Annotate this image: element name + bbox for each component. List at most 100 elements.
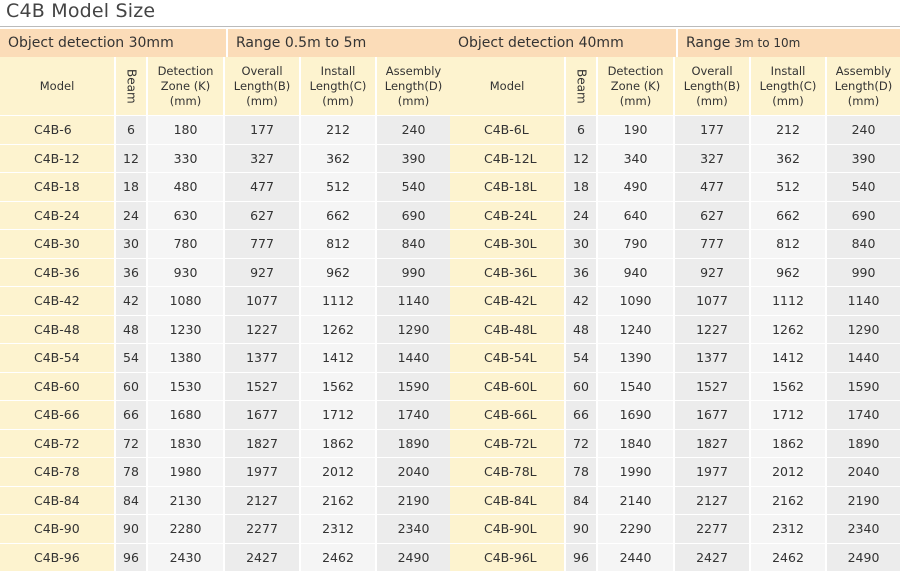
value-cell: 780	[146, 229, 223, 258]
value-cell: 490	[596, 172, 673, 201]
value-cell: 54	[114, 343, 146, 372]
table-row: C4B-72L 72 1840 1827 1862 1890	[450, 428, 900, 457]
header-beam: Beam	[114, 57, 146, 115]
value-cell: 2312	[299, 514, 375, 543]
value-cell: 662	[749, 200, 825, 229]
model-cell: C4B-18L	[450, 172, 564, 201]
value-cell: 2040	[825, 457, 900, 486]
value-cell: 327	[673, 143, 749, 172]
value-cell: 84	[564, 485, 596, 514]
value-cell: 790	[596, 229, 673, 258]
model-cell: C4B-78L	[450, 457, 564, 486]
value-cell: 30	[114, 229, 146, 258]
model-cell: C4B-66L	[450, 400, 564, 429]
value-cell: 840	[825, 229, 900, 258]
table-40mm: Object detection 40mm Range 3m to 10m Model…	[450, 29, 900, 571]
value-cell: 177	[673, 115, 749, 144]
value-cell: 84	[114, 485, 146, 514]
table-row: C4B-12 12 330 327 362 390	[0, 143, 450, 172]
value-cell: 60	[564, 371, 596, 400]
value-cell: 190	[596, 115, 673, 144]
value-cell: 662	[299, 200, 375, 229]
value-cell: 2430	[146, 542, 223, 571]
value-cell: 630	[146, 200, 223, 229]
model-cell: C4B-42L	[450, 286, 564, 315]
value-cell: 1090	[596, 286, 673, 315]
value-cell: 480	[146, 172, 223, 201]
model-cell: C4B-54L	[450, 343, 564, 372]
value-cell: 18	[114, 172, 146, 201]
value-cell: 1377	[223, 343, 299, 372]
value-cell: 2340	[375, 514, 450, 543]
value-cell: 477	[673, 172, 749, 201]
value-cell: 180	[146, 115, 223, 144]
column-header-row: Model Beam Detection Zone (K) (mm) Overall …	[0, 57, 450, 115]
value-cell: 2427	[223, 542, 299, 571]
value-cell: 30	[564, 229, 596, 258]
table-row: C4B-96L 96 2440 2427 2462 2490	[450, 542, 900, 571]
table-row: C4B-78L 78 1990 1977 2012 2040	[450, 457, 900, 486]
value-cell: 36	[114, 257, 146, 286]
model-cell: C4B-90	[0, 514, 114, 543]
value-cell: 96	[114, 542, 146, 571]
value-cell: 927	[673, 257, 749, 286]
header-model: Model	[0, 57, 114, 115]
value-cell: 24	[114, 200, 146, 229]
table-row: C4B-84L 84 2140 2127 2162 2190	[450, 485, 900, 514]
value-cell: 2340	[825, 514, 900, 543]
header-overall-length: Overall Length(B) (mm)	[673, 57, 749, 115]
model-cell: C4B-54	[0, 343, 114, 372]
value-cell: 1562	[749, 371, 825, 400]
value-cell: 240	[825, 115, 900, 144]
model-cell: C4B-96L	[450, 542, 564, 571]
value-cell: 2040	[375, 457, 450, 486]
header-assembly-length: Assembly Length(D) (mm)	[375, 57, 450, 115]
value-cell: 1980	[146, 457, 223, 486]
model-cell: C4B-48	[0, 314, 114, 343]
value-cell: 42	[564, 286, 596, 315]
value-cell: 2127	[223, 485, 299, 514]
model-cell: C4B-60	[0, 371, 114, 400]
value-cell: 2427	[673, 542, 749, 571]
header-install-length: Install Length(C) (mm)	[749, 57, 825, 115]
table-row: C4B-12L 12 340 327 362 390	[450, 143, 900, 172]
value-cell: 1862	[299, 428, 375, 457]
header-detection-zone: Detection Zone (K) (mm)	[146, 57, 223, 115]
value-cell: 2290	[596, 514, 673, 543]
object-detection-label: Object detection 40mm	[450, 29, 676, 57]
value-cell: 1412	[299, 343, 375, 372]
value-cell: 212	[299, 115, 375, 144]
value-cell: 777	[223, 229, 299, 258]
model-cell: C4B-84L	[450, 485, 564, 514]
value-cell: 812	[749, 229, 825, 258]
value-cell: 66	[114, 400, 146, 429]
value-cell: 1262	[299, 314, 375, 343]
value-cell: 2440	[596, 542, 673, 571]
value-cell: 2130	[146, 485, 223, 514]
table-row: C4B-60L 60 1540 1527 1562 1590	[450, 371, 900, 400]
value-cell: 2162	[749, 485, 825, 514]
value-cell: 1112	[749, 286, 825, 315]
range-label-text: Range 0.5m to 5m	[236, 35, 367, 51]
column-header-row: Model Beam Detection Zone (K) (mm) Overall …	[450, 57, 900, 115]
value-cell: 1140	[825, 286, 900, 315]
value-cell: 990	[375, 257, 450, 286]
table-row: C4B-24L 24 640 627 662 690	[450, 200, 900, 229]
value-cell: 940	[596, 257, 673, 286]
table-row: C4B-36 36 930 927 962 990	[0, 257, 450, 286]
value-cell: 1677	[223, 400, 299, 429]
value-cell: 1740	[825, 400, 900, 429]
range-label-value: 3m to 10m	[734, 36, 801, 50]
value-cell: 627	[223, 200, 299, 229]
table-row: C4B-78 78 1980 1977 2012 2040	[0, 457, 450, 486]
model-cell: C4B-12	[0, 143, 114, 172]
value-cell: 1690	[596, 400, 673, 429]
value-cell: 962	[299, 257, 375, 286]
value-cell: 90	[114, 514, 146, 543]
value-cell: 90	[564, 514, 596, 543]
value-cell: 2140	[596, 485, 673, 514]
table-row: C4B-42L 42 1090 1077 1112 1140	[450, 286, 900, 315]
table-row: C4B-48 48 1230 1227 1262 1290	[0, 314, 450, 343]
value-cell: 1680	[146, 400, 223, 429]
range-label-text: Range	[686, 35, 731, 51]
